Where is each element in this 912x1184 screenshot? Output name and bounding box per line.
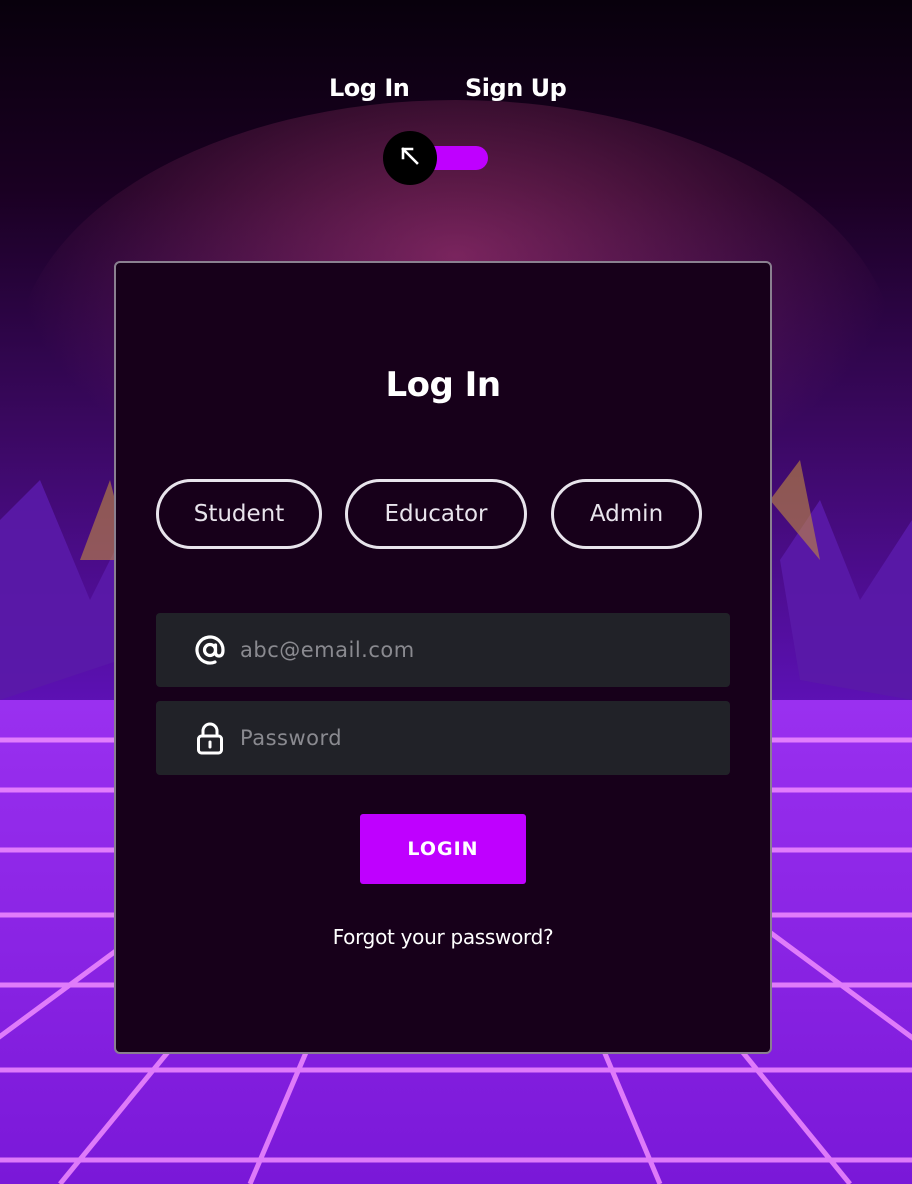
- role-student-button[interactable]: Student: [156, 479, 322, 549]
- tab-sign-up[interactable]: Sign Up: [465, 74, 567, 102]
- arrow-up-left-icon: [398, 144, 422, 172]
- login-button[interactable]: LOGIN: [360, 814, 526, 884]
- login-title: Log In: [385, 365, 501, 405]
- toggle-knob[interactable]: [383, 131, 437, 185]
- email-field: [156, 613, 730, 687]
- login-card: Log In Student Educator Admin LOGIN Forg…: [114, 261, 772, 1054]
- padlock-icon: [192, 720, 228, 756]
- at-sign-icon: [192, 632, 228, 668]
- role-educator-button[interactable]: Educator: [345, 479, 527, 549]
- password-input[interactable]: [240, 701, 710, 775]
- auth-mode-tabs: Log In Sign Up: [0, 74, 912, 110]
- role-admin-button[interactable]: Admin: [551, 479, 702, 549]
- login-signup-toggle[interactable]: [383, 131, 489, 185]
- email-input[interactable]: [240, 613, 710, 687]
- tab-log-in[interactable]: Log In: [329, 74, 410, 102]
- password-field: [156, 701, 730, 775]
- forgot-password-link[interactable]: Forgot your password?: [116, 925, 770, 949]
